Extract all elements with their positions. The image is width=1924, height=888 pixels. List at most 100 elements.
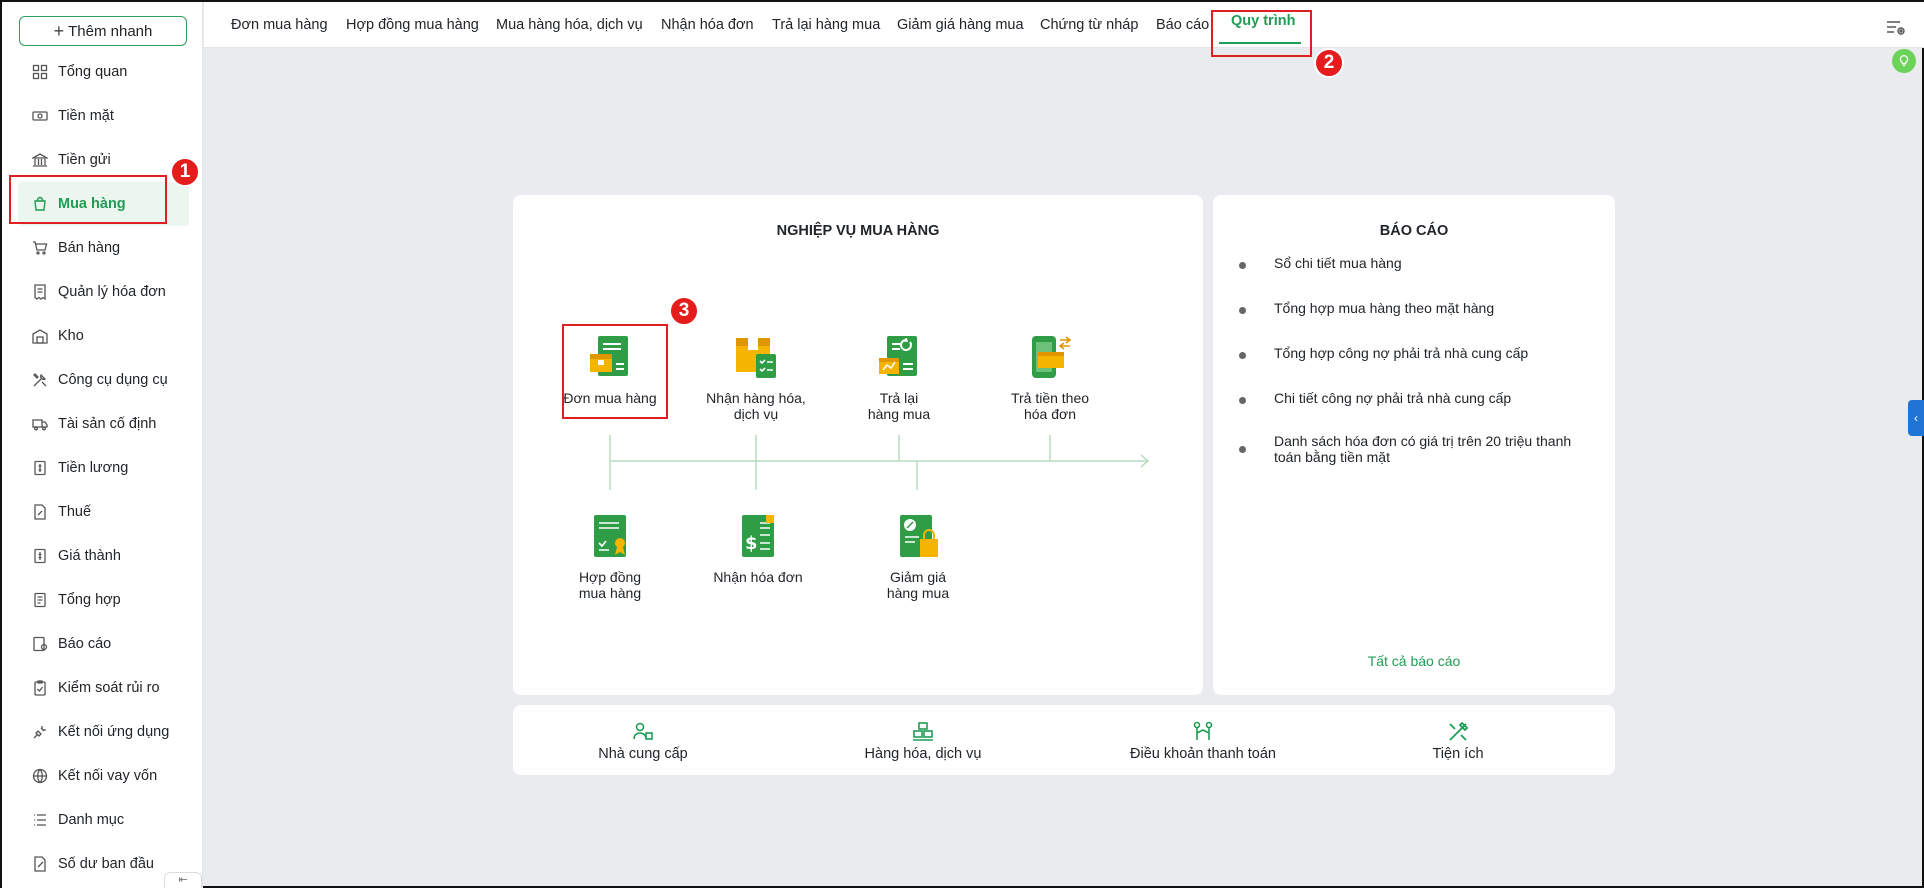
flow-hop-dong-mua-hang[interactable]: Hợp đồng mua hàng (555, 513, 665, 601)
sidebar-item-label: Thuế (58, 504, 92, 520)
util-tien-ich[interactable]: Tiện ích (1408, 721, 1508, 762)
report-item[interactable]: Danh sách hóa đơn có giá trị trên 20 tri… (1239, 433, 1583, 465)
tab-mua-hang-hoa-dich-vu[interactable]: Mua hàng hóa, dịch vụ (496, 2, 643, 48)
report-item-label: Sổ chi tiết mua hàng (1274, 255, 1402, 271)
util-dieu-khoan-thanh-toan[interactable]: Điều khoản thanh toán (1123, 721, 1283, 762)
sidebar-item-kiem-soat-rui-ro[interactable]: Kiểm soát rủi ro (2, 666, 203, 710)
all-reports-link[interactable]: Tất cả báo cáo (1213, 653, 1615, 669)
plug-icon (32, 724, 48, 740)
lightbulb-icon[interactable] (1892, 49, 1916, 73)
dashboard-icon (32, 64, 48, 80)
flow-label: dịch vụ (733, 406, 779, 422)
callout-box-mua-hang (9, 175, 167, 224)
callout-box-don-mua-hang (562, 324, 668, 419)
bullet-icon (1239, 262, 1246, 269)
purchase-discount-icon (900, 515, 938, 557)
tab-tra-lai-hang-mua[interactable]: Trả lại hàng mua (772, 2, 880, 48)
tax-icon (32, 504, 48, 520)
sidebar: + Thêm nhanh Tổng quan Tiền mặt Tiền gửi… (2, 2, 203, 888)
sidebar-item-tien-luong[interactable]: Tiền lương (2, 446, 203, 490)
sidebar-item-label: Tổng hợp (58, 592, 121, 608)
sidebar-item-label: Kho (58, 328, 84, 344)
sidebar-item-ban-hang[interactable]: Bán hàng (2, 226, 203, 270)
flow-label: Hợp đồng (578, 569, 642, 585)
flow-label: Trả lại (879, 390, 919, 406)
callout-badge-1: 1 (170, 157, 200, 187)
purchase-contract-icon (594, 515, 626, 557)
util-nha-cung-cap[interactable]: Nhà cung cấp (573, 721, 713, 762)
tab-chung-tu-nhap[interactable]: Chứng từ nháp (1040, 2, 1138, 48)
sidebar-item-tien-mat[interactable]: Tiền mặt (2, 94, 203, 138)
flow-label: Nhận hàng hóa, (706, 390, 806, 406)
price-icon (32, 548, 48, 564)
util-hang-hoa-dich-vu[interactable]: Hàng hóa, dịch vụ (843, 721, 1003, 762)
sidebar-item-ket-noi-ung-dung[interactable]: Kết nối ứng dụng (2, 710, 203, 754)
report-item[interactable]: Tổng hợp công nợ phải trả nhà cung cấp (1239, 345, 1529, 361)
globe-icon (32, 768, 48, 784)
reports-title: BÁO CÁO (1379, 223, 1449, 239)
report-item-label: Danh sách hóa đơn có giá trị trên 20 tri… (1274, 433, 1572, 465)
bullet-icon (1239, 307, 1246, 314)
report-icon (32, 636, 48, 652)
tools-icon (32, 372, 48, 388)
report-item-label: Tổng hợp công nợ phải trả nhà cung cấp (1274, 345, 1529, 361)
flow-label: mua hàng (578, 585, 642, 601)
report-item[interactable]: Tổng hợp mua hàng theo mặt hàng (1239, 300, 1494, 316)
warehouse-icon (32, 328, 48, 344)
summary-icon (32, 592, 48, 608)
sidebar-item-tong-quan[interactable]: Tổng quan (2, 50, 203, 94)
tab-don-mua-hang[interactable]: Đơn mua hàng (231, 2, 328, 48)
util-label: Nhà cung cấp (598, 746, 688, 762)
sidebar-item-label: Báo cáo (58, 636, 112, 652)
invoice-icon (32, 284, 48, 300)
report-item[interactable]: Chi tiết công nợ phải trả nhà cung cấp (1239, 390, 1512, 406)
supplier-icon (633, 722, 653, 740)
sidebar-item-tong-hop[interactable]: Tổng hợp (2, 578, 203, 622)
sidebar-item-tai-san-co-dinh[interactable]: Tài sản cố định (2, 402, 203, 446)
goods-received-icon (736, 338, 776, 378)
utilities-bar: Nhà cung cấp Hàng hóa, dịch vụ Điều khoả… (513, 705, 1615, 775)
panel-toggle-chevron-left-icon[interactable]: ‹ (1908, 400, 1924, 436)
flow-tra-tien-theo-hoa-don[interactable]: Trả tiền theo hóa đơn (993, 334, 1107, 422)
sidebar-item-label: Tổng quan (58, 64, 128, 80)
salary-icon (32, 460, 48, 476)
quick-add-button[interactable]: + Thêm nhanh (19, 16, 187, 46)
flow-tra-lai-hang-mua[interactable]: Trả lại hàng mua (843, 334, 955, 422)
sidebar-item-ket-noi-vay-von[interactable]: Kết nối vay vốn (2, 754, 203, 798)
flow-nhan-hang-hoa-dich-vu[interactable]: Nhận hàng hóa, dịch vụ (691, 334, 821, 422)
bank-icon (32, 152, 48, 168)
quick-add-label: Thêm nhanh (68, 22, 153, 40)
sidebar-item-danh-muc[interactable]: Danh mục (2, 798, 203, 842)
sidebar-item-label: Tài sản cố định (58, 416, 157, 432)
flow-label: Nhận hóa đơn (713, 569, 803, 585)
flow-label: Trả tiền theo (1010, 390, 1090, 406)
column-settings-icon[interactable] (1886, 19, 1906, 37)
sidebar-item-thue[interactable]: Thuế (2, 490, 203, 534)
tab-giam-gia-hang-mua[interactable]: Giảm giá hàng mua (897, 2, 1024, 48)
document-edit-icon (32, 856, 48, 872)
sidebar-item-bao-cao[interactable]: Báo cáo (2, 622, 203, 666)
sidebar-item-cong-cu-dung-cu[interactable]: Công cụ dụng cụ (2, 358, 203, 402)
report-item[interactable]: Sổ chi tiết mua hàng (1239, 255, 1402, 271)
sidebar-item-label: Danh mục (58, 812, 125, 828)
callout-badge-3: 3 (669, 296, 699, 326)
sidebar-item-quan-ly-hoa-don[interactable]: Quản lý hóa đơn (2, 270, 203, 314)
sidebar-item-gia-thanh[interactable]: Giá thành (2, 534, 203, 578)
workflow-connector-lines (609, 435, 1150, 490)
svg-text:$: $ (745, 533, 758, 554)
bullet-icon (1239, 352, 1246, 359)
sidebar-item-label: Giá thành (58, 548, 121, 564)
report-item-label: Chi tiết công nợ phải trả nhà cung cấp (1274, 390, 1512, 406)
callout-box-quy-trinh (1211, 10, 1312, 57)
sidebar-item-label: Kết nối ứng dụng (58, 724, 170, 740)
tab-nhan-hoa-don[interactable]: Nhận hóa đơn (661, 2, 754, 48)
collapse-sidebar-handle[interactable]: ⇤ (164, 872, 202, 888)
tab-bao-cao[interactable]: Báo cáo (1156, 2, 1209, 48)
bullet-icon (1239, 397, 1246, 404)
cart-icon (32, 240, 48, 256)
flow-giam-gia-hang-mua[interactable]: Giảm giá hàng mua (863, 513, 973, 601)
tab-hop-dong-mua-hang[interactable]: Hợp đồng mua hàng (346, 2, 479, 48)
sidebar-item-kho[interactable]: Kho (2, 314, 203, 358)
flow-nhan-hoa-don[interactable]: $ Nhận hóa đơn (698, 513, 818, 585)
tools-icon (1449, 721, 1469, 741)
